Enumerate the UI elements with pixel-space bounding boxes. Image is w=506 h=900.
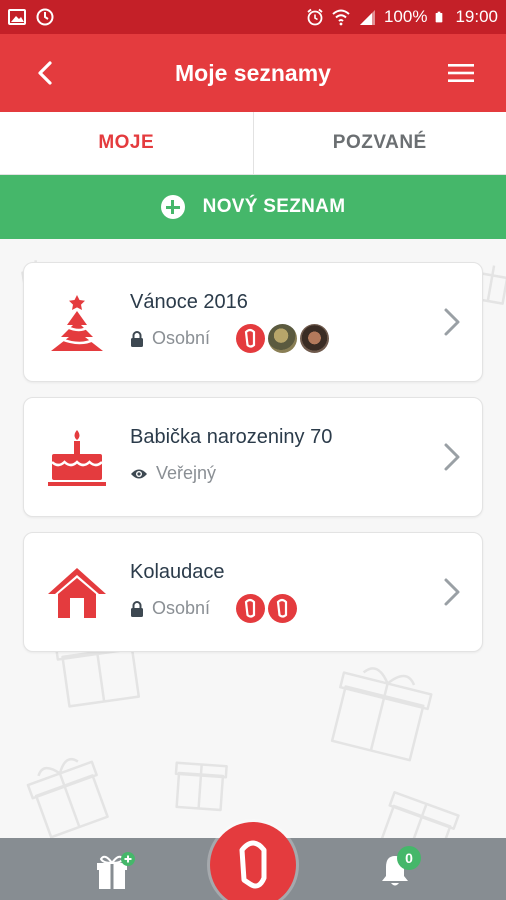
menu-button[interactable] bbox=[416, 34, 506, 112]
eye-icon bbox=[131, 469, 147, 478]
gallery-icon bbox=[8, 9, 26, 25]
tab-moje[interactable]: MOJE bbox=[0, 112, 254, 174]
birthday-cake-icon bbox=[48, 430, 106, 486]
gift-add-icon bbox=[97, 852, 135, 889]
visibility-label: Veřejný bbox=[156, 463, 217, 483]
list-card-kolaudace[interactable]: Kolaudace Osobní bbox=[23, 532, 483, 652]
avatar bbox=[236, 324, 266, 353]
chevron-right-icon bbox=[444, 578, 460, 606]
brand-home-button[interactable] bbox=[210, 822, 296, 900]
list-card-vanoce[interactable]: Vánoce 2016 Osobní bbox=[23, 262, 483, 382]
list-name: Vánoce 2016 bbox=[130, 290, 248, 313]
avatar bbox=[268, 594, 298, 623]
plus-circle-icon bbox=[160, 195, 185, 219]
list-name: Babička narozeniny 70 bbox=[130, 425, 333, 448]
clock: 19:00 bbox=[455, 7, 498, 26]
list-name: Kolaudace bbox=[130, 560, 225, 583]
hamburger-menu-icon bbox=[448, 64, 474, 82]
back-arrow-icon bbox=[38, 61, 52, 85]
member-avatars bbox=[236, 594, 298, 623]
lock-icon bbox=[131, 330, 143, 347]
avatar bbox=[236, 594, 266, 623]
christmas-tree-icon bbox=[51, 295, 103, 351]
member-avatars bbox=[236, 324, 330, 353]
new-list-button[interactable]: NOVÝ SEZNAM bbox=[0, 175, 506, 239]
alarm-icon bbox=[307, 8, 323, 26]
status-bar: 100% 19:00 bbox=[0, 0, 506, 34]
app-toolbar: Moje seznamy bbox=[0, 34, 506, 112]
alarm-clock-icon bbox=[36, 8, 54, 26]
page-title: Moje seznamy bbox=[175, 59, 331, 86]
battery-icon bbox=[436, 11, 443, 23]
avatar bbox=[300, 324, 330, 353]
list-tabs: MOJE POZVANÉ bbox=[0, 112, 506, 175]
wifi-icon bbox=[332, 9, 350, 26]
back-button[interactable] bbox=[0, 34, 90, 112]
add-gift-button[interactable] bbox=[95, 851, 135, 891]
chevron-right-icon bbox=[444, 443, 460, 471]
tab-pozvane[interactable]: POZVANÉ bbox=[254, 112, 506, 174]
list-card-babicka[interactable]: Babička narozeniny 70 Veřejný bbox=[23, 397, 483, 517]
chevron-right-icon bbox=[444, 308, 460, 336]
battery-percent: 100% bbox=[383, 7, 428, 26]
signal-icon bbox=[359, 10, 375, 25]
lock-icon bbox=[131, 600, 143, 617]
brand-logo-icon bbox=[239, 840, 267, 889]
house-icon bbox=[48, 568, 106, 618]
visibility-label: Osobní bbox=[152, 328, 211, 348]
new-list-label: NOVÝ SEZNAM bbox=[202, 196, 346, 217]
avatar bbox=[268, 324, 298, 353]
notification-count-badge: 0 bbox=[397, 846, 421, 870]
visibility-label: Osobní bbox=[152, 598, 211, 618]
